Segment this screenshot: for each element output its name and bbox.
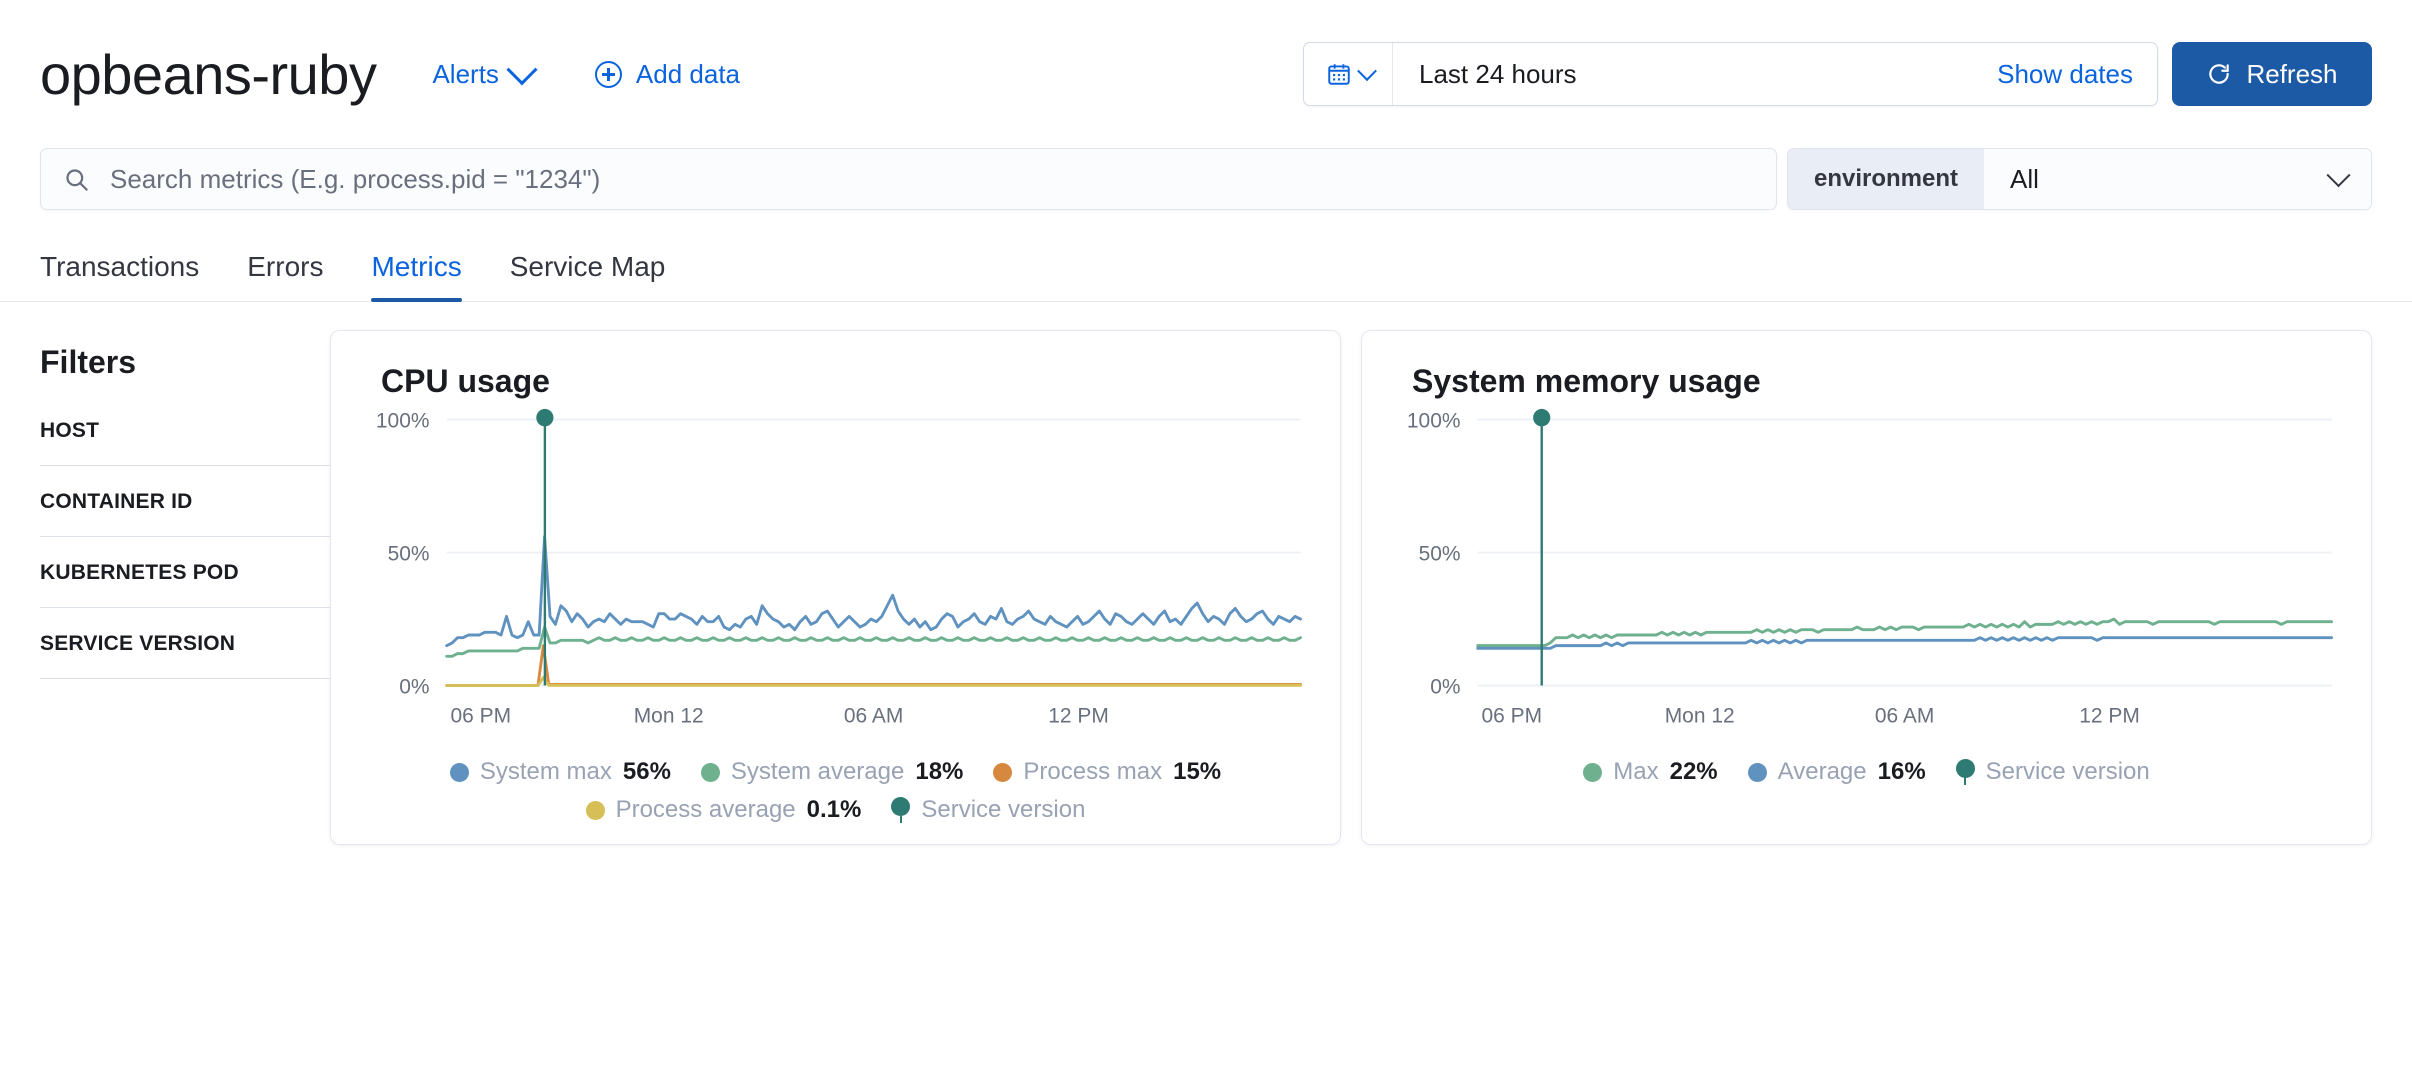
- filters-sidebar: Filters HOST CONTAINER ID KUBERNETES POD…: [40, 330, 330, 845]
- legend-series-name: System max: [480, 758, 612, 786]
- refresh-label: Refresh: [2246, 59, 2337, 90]
- charts-grid: CPU usage 0% 50% 100% 06 PM Mon 12 06 AM 12 PM…: [330, 330, 2372, 845]
- legend-series-name: Process average: [616, 796, 796, 824]
- legend-series-name: System average: [731, 758, 904, 786]
- filter-container-id[interactable]: CONTAINER ID: [40, 490, 330, 537]
- service-version-pin-icon: [891, 797, 910, 823]
- legend-series-name: Service version: [1986, 758, 2150, 786]
- environment-filter: environment All: [1787, 148, 2372, 210]
- cpu-usage-chart[interactable]: 0% 50% 100% 06 PM Mon 12 06 AM 12 PM: [359, 406, 1312, 736]
- legend-item[interactable]: Service version: [1956, 758, 2150, 786]
- environment-value: All: [2010, 164, 2039, 195]
- show-dates-button[interactable]: Show dates: [1997, 59, 2157, 90]
- svg-text:0%: 0%: [399, 675, 429, 698]
- calendar-icon: [1326, 61, 1352, 87]
- page-header: opbeans-ruby Alerts Add data: [0, 0, 2412, 148]
- svg-text:12 PM: 12 PM: [2079, 704, 2140, 727]
- legend-item[interactable]: Max 22%: [1583, 758, 1717, 786]
- environment-label: environment: [1788, 149, 1984, 209]
- refresh-icon: [2206, 61, 2232, 87]
- filter-host[interactable]: HOST: [40, 419, 330, 466]
- svg-text:0%: 0%: [1430, 675, 1460, 698]
- page-title: opbeans-ruby: [40, 42, 376, 107]
- chevron-down-icon: [1357, 61, 1377, 81]
- svg-text:100%: 100%: [376, 409, 430, 432]
- cpu-usage-title: CPU usage: [381, 363, 1312, 400]
- search-input[interactable]: [108, 163, 1754, 196]
- legend-item[interactable]: System max 56%: [450, 758, 671, 786]
- legend-color-dot: [1748, 763, 1767, 782]
- add-data-label: Add data: [636, 59, 740, 90]
- date-picker[interactable]: Last 24 hours Show dates: [1303, 42, 2158, 106]
- legend-series-name: Process max: [1023, 758, 1162, 786]
- svg-text:06 PM: 06 PM: [451, 704, 512, 727]
- legend-series-value: 15%: [1173, 758, 1221, 786]
- svg-text:06 AM: 06 AM: [844, 704, 903, 727]
- legend-series-value: 22%: [1670, 758, 1718, 786]
- header-controls: Last 24 hours Show dates Refresh: [1303, 42, 2372, 106]
- legend-color-dot: [993, 763, 1012, 782]
- alerts-dropdown-button[interactable]: Alerts: [432, 59, 532, 90]
- add-data-button[interactable]: Add data: [595, 59, 740, 90]
- legend-series-name: Average: [1778, 758, 1867, 786]
- tab-errors[interactable]: Errors: [247, 251, 323, 301]
- filter-kubernetes-pod[interactable]: KUBERNETES POD: [40, 561, 330, 608]
- legend-color-dot: [450, 763, 469, 782]
- service-tabs: Transactions Errors Metrics Service Map: [0, 232, 2412, 302]
- legend-color-dot: [701, 763, 720, 782]
- system-memory-usage-legend: Max 22% Average 16% Service version: [1390, 758, 2343, 786]
- alerts-label: Alerts: [432, 59, 498, 90]
- cpu-usage-legend: System max 56% System average 18% Process ma…: [359, 758, 1312, 824]
- tab-metrics[interactable]: Metrics: [371, 251, 461, 301]
- legend-series-value: 16%: [1878, 758, 1926, 786]
- svg-text:Mon 12: Mon 12: [1665, 704, 1735, 727]
- metrics-content: Filters HOST CONTAINER ID KUBERNETES POD…: [0, 302, 2412, 845]
- legend-series-value: 18%: [915, 758, 963, 786]
- system-memory-usage-panel: System memory usage 0% 50% 100% 06 PM Mon 12…: [1361, 330, 2372, 845]
- chevron-down-icon: [2326, 163, 2350, 187]
- chevron-down-icon: [506, 54, 537, 85]
- date-range-value[interactable]: Last 24 hours: [1393, 59, 1997, 90]
- search-metrics-box[interactable]: [40, 148, 1777, 210]
- legend-series-name: Service version: [921, 796, 1085, 824]
- date-quick-select-button[interactable]: [1304, 43, 1393, 105]
- legend-item[interactable]: System average 18%: [701, 758, 963, 786]
- apm-metrics-page: opbeans-ruby Alerts Add data: [0, 0, 2412, 1078]
- system-memory-usage-title: System memory usage: [1412, 363, 2343, 400]
- legend-item[interactable]: Service version: [891, 796, 1085, 824]
- cpu-usage-panel: CPU usage 0% 50% 100% 06 PM Mon 12 06 AM 12 PM…: [330, 330, 1341, 845]
- system-memory-usage-chart[interactable]: 0% 50% 100% 06 PM Mon 12 06 AM 12 PM: [1390, 406, 2343, 736]
- tab-transactions[interactable]: Transactions: [40, 251, 199, 301]
- svg-text:06 PM: 06 PM: [1482, 704, 1543, 727]
- search-icon: [63, 166, 90, 193]
- service-version-pin-icon: [1956, 759, 1975, 785]
- query-bar: environment All: [0, 148, 2412, 210]
- legend-item[interactable]: Average 16%: [1748, 758, 1926, 786]
- legend-item[interactable]: Process average 0.1%: [586, 796, 862, 824]
- svg-text:50%: 50%: [388, 542, 430, 565]
- plus-circle-icon: [595, 61, 622, 88]
- svg-text:12 PM: 12 PM: [1048, 704, 1109, 727]
- legend-color-dot: [1583, 763, 1602, 782]
- svg-text:Mon 12: Mon 12: [634, 704, 704, 727]
- filters-heading: Filters: [40, 344, 330, 381]
- legend-series-value: 0.1%: [807, 796, 862, 824]
- svg-text:50%: 50%: [1419, 542, 1461, 565]
- tab-service-map[interactable]: Service Map: [510, 251, 666, 301]
- legend-item[interactable]: Process max 15%: [993, 758, 1221, 786]
- legend-series-name: Max: [1613, 758, 1658, 786]
- refresh-button[interactable]: Refresh: [2172, 42, 2372, 106]
- svg-text:06 AM: 06 AM: [1875, 704, 1934, 727]
- legend-color-dot: [586, 801, 605, 820]
- filter-service-version[interactable]: SERVICE VERSION: [40, 632, 330, 679]
- legend-series-value: 56%: [623, 758, 671, 786]
- environment-select[interactable]: All: [1984, 149, 2371, 209]
- svg-text:100%: 100%: [1407, 409, 1461, 432]
